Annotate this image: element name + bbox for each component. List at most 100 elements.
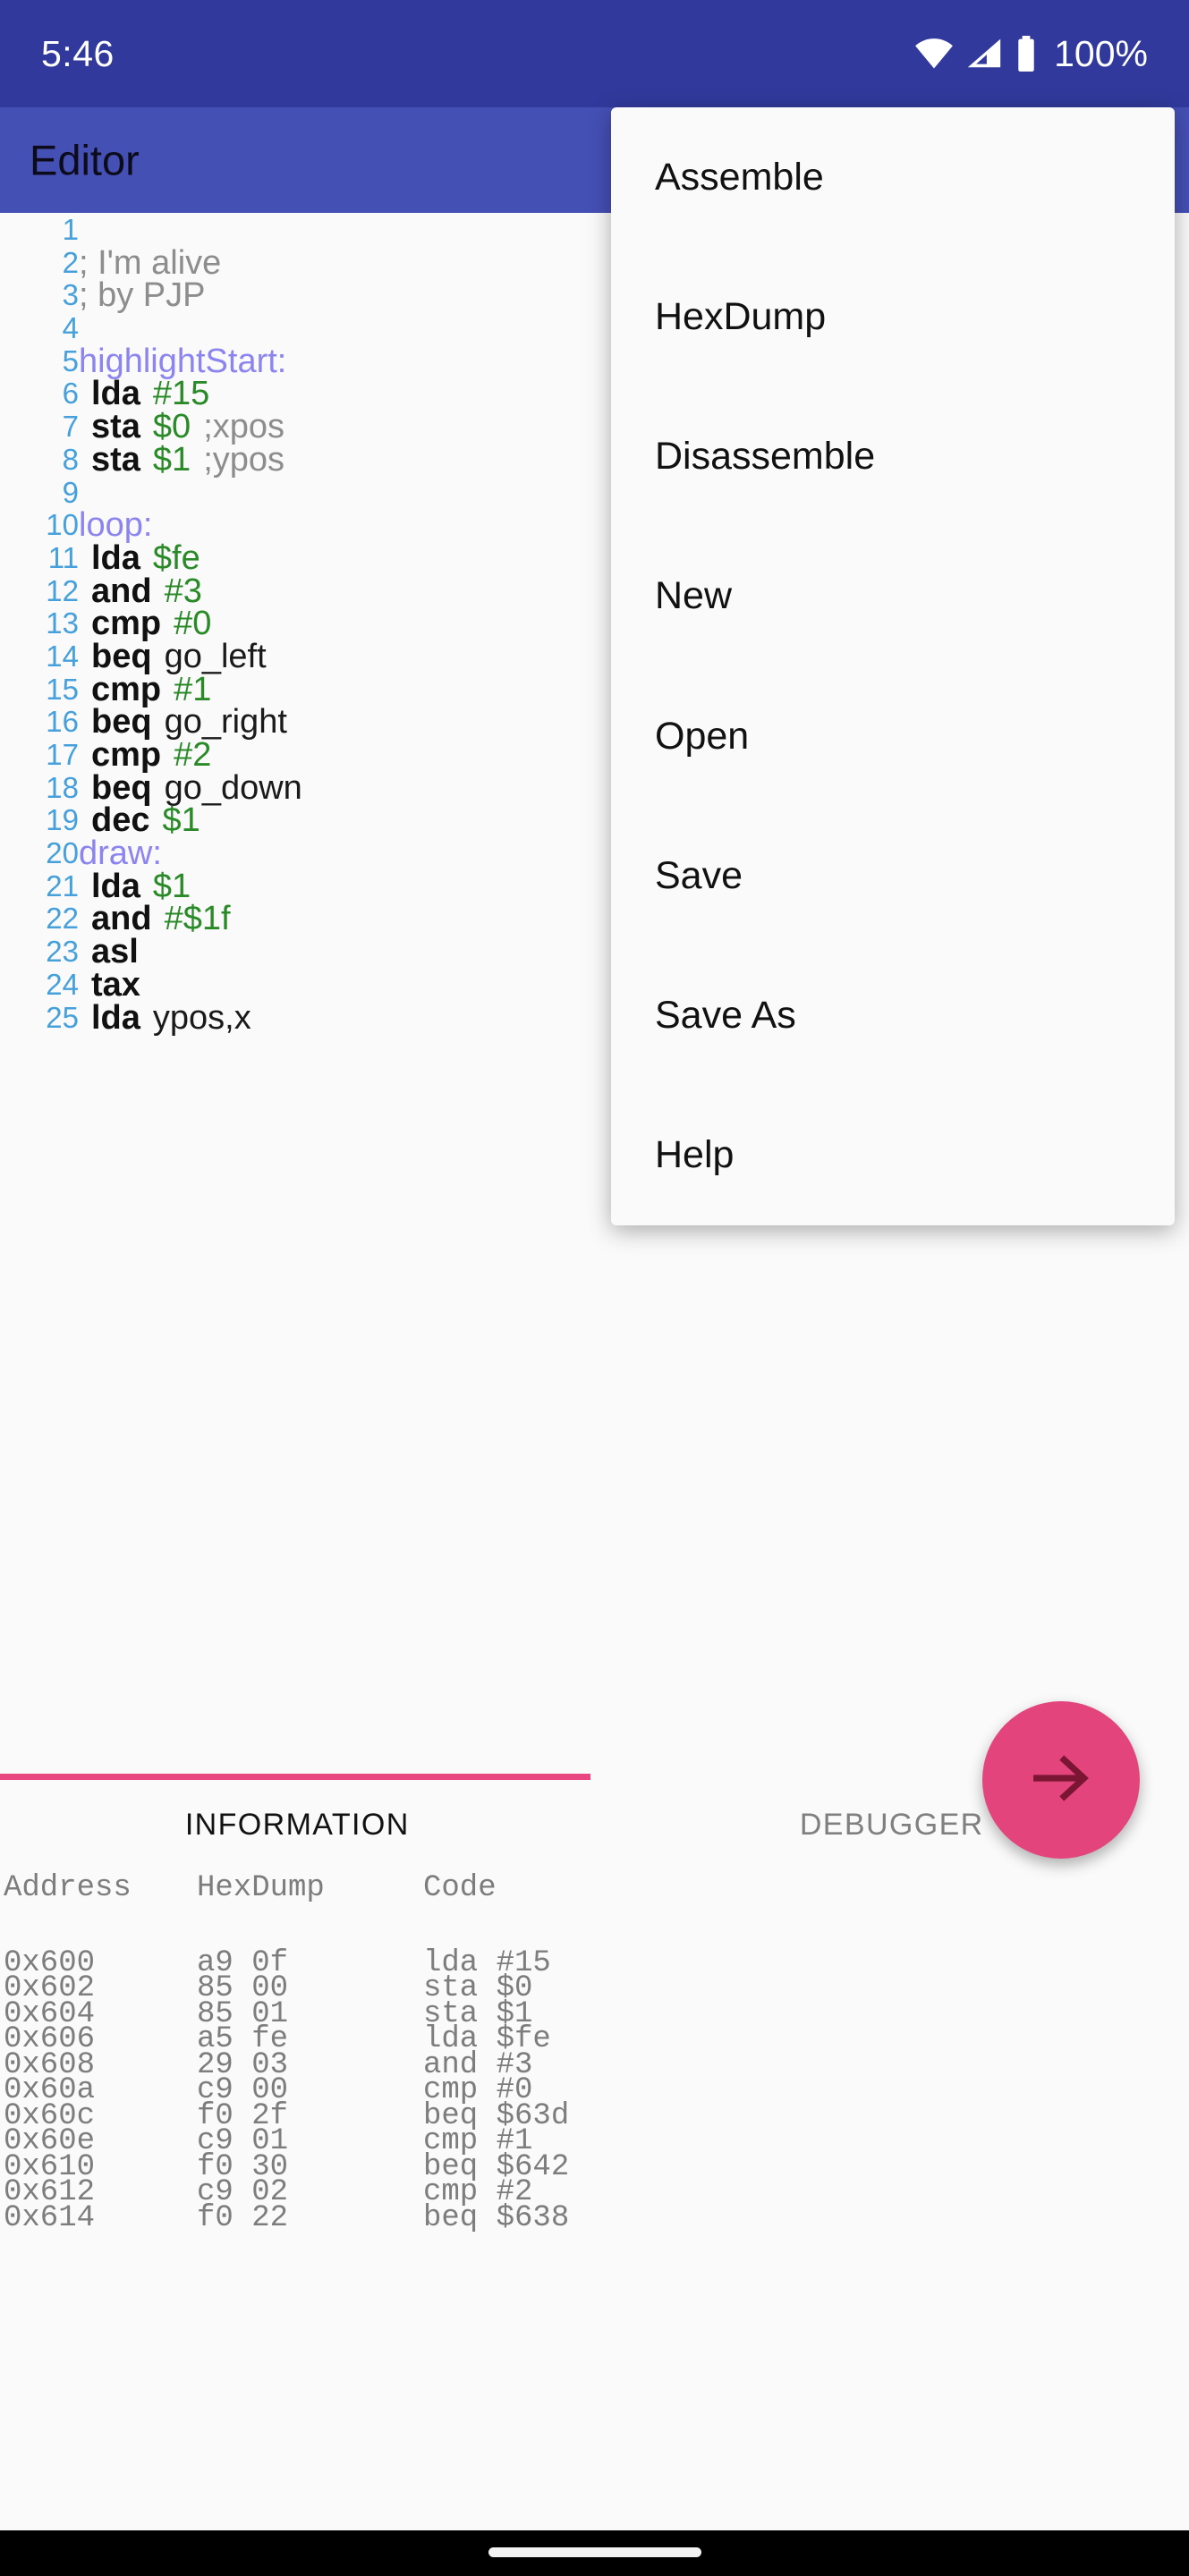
battery-icon xyxy=(1015,36,1038,72)
menu-item-save[interactable]: Save xyxy=(611,806,1175,945)
menu-item-open[interactable]: Open xyxy=(611,666,1175,806)
page-title: Editor xyxy=(30,136,140,184)
menu-item-label: Save As xyxy=(655,994,796,1038)
code-token-mn: cmp xyxy=(91,605,162,643)
run-fab-button[interactable] xyxy=(982,1701,1140,1859)
code-text: lda #15 xyxy=(79,377,209,411)
code-token-op: #15 xyxy=(152,375,210,413)
code-text: lda $fe xyxy=(79,541,200,575)
code-token-plain: go_right xyxy=(164,703,287,741)
code-token-plain: ypos,x xyxy=(152,998,251,1037)
line-number: 15 xyxy=(46,672,79,706)
line-number: 16 xyxy=(46,705,79,739)
info-cell-code: beq $638 xyxy=(423,2200,570,2235)
system-navigation-bar xyxy=(0,2530,1189,2576)
line-number: 19 xyxy=(46,803,79,837)
menu-item-hexdump[interactable]: HexDump xyxy=(611,247,1175,386)
code-text: lda ypos,x xyxy=(79,1001,251,1035)
code-token-op: #$1f xyxy=(164,900,231,938)
info-table-row: 0x60e c9 01 cmp #1 xyxy=(0,2126,1189,2156)
code-token-lbl: draw: xyxy=(79,835,162,873)
code-token-mn: cmp xyxy=(91,736,162,774)
line-number: 1 xyxy=(62,213,79,246)
battery-percentage: 100% xyxy=(1054,32,1148,74)
code-token-plain: go_down xyxy=(164,768,302,807)
status-bar-clock: 5:46 xyxy=(41,32,115,74)
tab-information[interactable]: INFORMATION xyxy=(0,1780,595,1869)
line-number: 7 xyxy=(62,410,79,444)
information-panel[interactable]: Address HexDump Code 0x600 a9 0f lda #15 0x60… xyxy=(0,1869,1189,2530)
info-table-row: 0x612 c9 02 cmp #2 xyxy=(0,2177,1189,2207)
info-header-code: Code xyxy=(423,1871,497,1905)
info-table-row: 0x600 a9 0f lda #15 xyxy=(0,1948,1189,1978)
line-number: 12 xyxy=(46,573,79,607)
code-text: beq go_down xyxy=(79,771,302,805)
code-token-op: #3 xyxy=(164,572,202,610)
line-number: 23 xyxy=(46,935,79,969)
line-number: 8 xyxy=(62,442,79,476)
menu-item-disassemble[interactable]: Disassemble xyxy=(611,387,1175,527)
info-header-hexdump: HexDump xyxy=(197,1871,325,1905)
menu-item-new[interactable]: New xyxy=(611,527,1175,666)
menu-item-assemble[interactable]: Assemble xyxy=(611,107,1175,247)
code-token-mn: lda xyxy=(91,998,140,1037)
code-text: draw: xyxy=(79,836,162,870)
code-token-op: #0 xyxy=(174,605,212,643)
code-token-mn: sta xyxy=(91,408,140,446)
code-token-mn: lda xyxy=(91,538,140,577)
info-table-header: Address HexDump Code xyxy=(0,1871,1189,1905)
code-token-plain: go_left xyxy=(164,637,267,675)
line-number: 9 xyxy=(62,475,79,509)
menu-item-label: New xyxy=(655,574,733,618)
code-text: loop: xyxy=(79,508,152,542)
code-token-mn: beq xyxy=(91,703,152,741)
line-number: 5 xyxy=(62,343,79,377)
code-text: sta $1 ;ypos xyxy=(79,443,285,477)
info-table-row: 0x614 f0 22 beq $638 xyxy=(0,2200,1189,2235)
code-token-mn: dec xyxy=(91,801,150,840)
code-token-op: $1 xyxy=(152,440,191,479)
menu-item-help[interactable]: Help xyxy=(611,1086,1175,1225)
line-number: 14 xyxy=(46,639,79,673)
code-token-op: #2 xyxy=(174,736,212,774)
info-table-row: 0x602 85 00 sta $0 xyxy=(0,1973,1189,2003)
menu-item-label: Disassemble xyxy=(655,435,876,479)
info-header-address: Address xyxy=(4,1871,132,1905)
line-number: 13 xyxy=(46,606,79,640)
menu-item-save-as[interactable]: Save As xyxy=(611,946,1175,1086)
menu-item-label: Save xyxy=(655,853,743,897)
code-token-cm: ; I'm alive xyxy=(79,243,222,282)
code-token-mn: tax xyxy=(91,965,140,1004)
menu-item-label: Assemble xyxy=(655,155,824,199)
overflow-menu[interactable]: Assemble HexDump Disassemble New Open Save Sav… xyxy=(611,107,1175,1225)
info-table-row: 0x60c f0 2f beq $63d xyxy=(0,2101,1189,2131)
line-number: 3 xyxy=(62,278,79,312)
code-text: lda $1 xyxy=(79,869,191,903)
code-text: sta $0 ;xpos xyxy=(79,410,285,444)
code-text: dec $1 xyxy=(79,803,200,837)
line-number: 2 xyxy=(62,245,79,279)
code-token-op: #1 xyxy=(174,670,212,708)
code-token-mn: beq xyxy=(91,768,152,807)
code-text: cmp #1 xyxy=(79,673,211,707)
home-indicator[interactable] xyxy=(488,2547,701,2557)
info-table-row: 0x604 85 01 sta $1 xyxy=(0,1999,1189,2029)
status-bar: 5:46 100% xyxy=(0,0,1189,107)
code-token-mn: cmp xyxy=(91,670,162,708)
code-token-op: $1 xyxy=(162,801,200,840)
code-token-mn: and xyxy=(91,572,152,610)
code-text: and #$1f xyxy=(79,902,231,936)
line-number: 24 xyxy=(46,967,79,1001)
code-text: cmp #2 xyxy=(79,738,211,772)
code-text: tax xyxy=(79,968,140,1002)
info-cell-address: 0x614 xyxy=(4,2200,96,2235)
code-token-op: $1 xyxy=(152,867,191,905)
code-token-cm: ;ypos xyxy=(203,440,285,479)
info-table-row: 0x608 29 03 and #3 xyxy=(0,2050,1189,2080)
line-number: 4 xyxy=(62,311,79,345)
code-text: ; by PJP xyxy=(79,278,206,312)
wifi-icon xyxy=(914,38,954,69)
info-table-body: 0x600 a9 0f lda #15 0x602 85 00 sta $0 0x604 85… xyxy=(0,1948,1189,2235)
code-token-mn: asl xyxy=(91,933,139,971)
code-token-op: $0 xyxy=(152,408,191,446)
